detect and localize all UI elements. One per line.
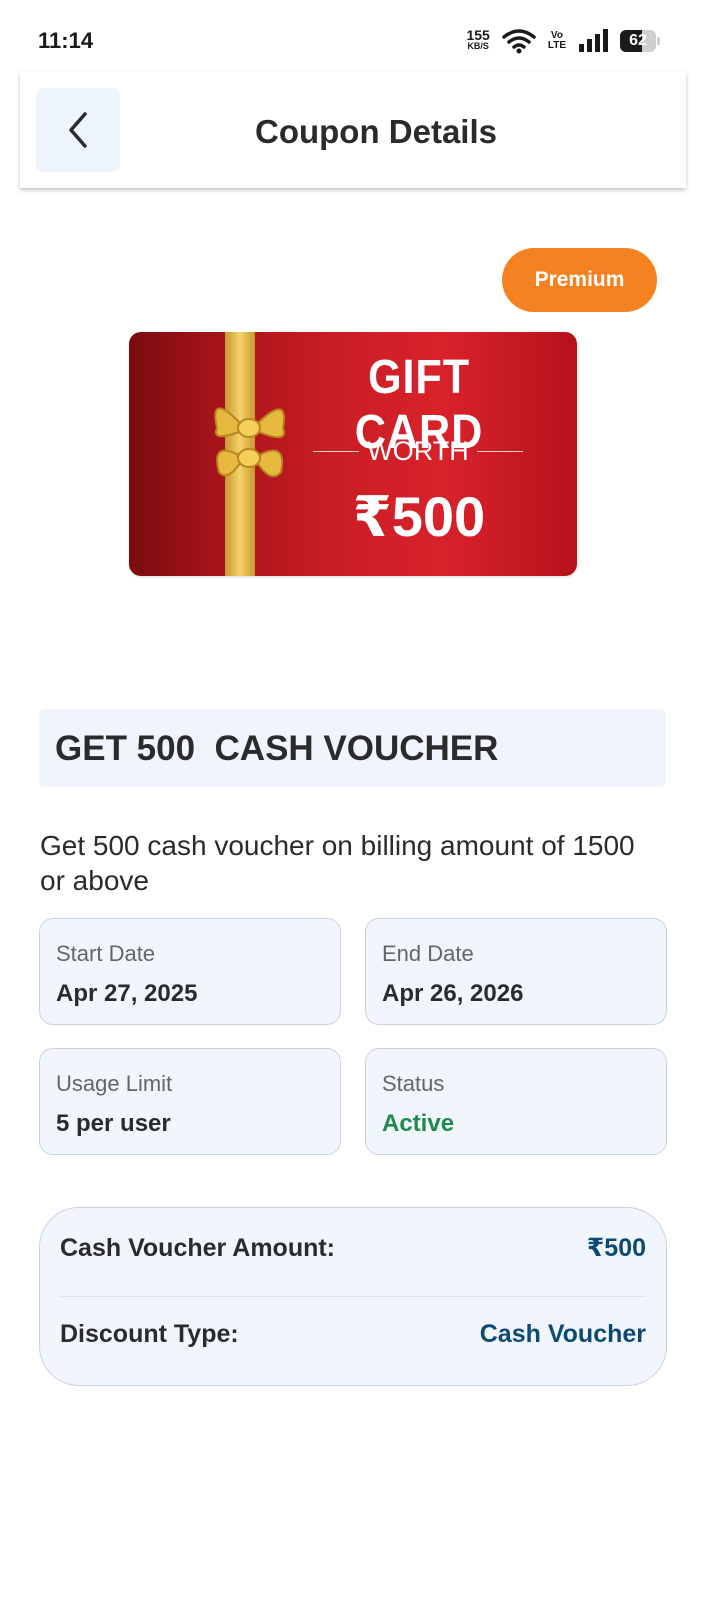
usage-limit-value: 5 per user [56, 1110, 171, 1137]
end-date-card: End Date Apr 26, 2026 [365, 918, 667, 1025]
voucher-amount-label: Cash Voucher Amount: [60, 1233, 336, 1262]
premium-badge: Premium [502, 248, 657, 312]
discount-type-label: Discount Type: [60, 1319, 239, 1348]
battery-level: 62 [629, 32, 647, 49]
status-value: Active [382, 1110, 455, 1137]
network-speed: 155 KB/S [466, 27, 490, 52]
gift-card-worth: WORTH [367, 436, 469, 466]
chevron-left-icon [69, 112, 87, 148]
discount-type-row: Discount Type: Cash Voucher [60, 1314, 646, 1354]
wifi-icon [502, 29, 536, 54]
page-title: Coupon Details [254, 113, 497, 150]
status-label: Status [382, 1071, 445, 1096]
summary-divider [60, 1296, 646, 1297]
status-time: 11:14 [38, 28, 94, 53]
signal-icon [579, 29, 608, 52]
status-icons: 155 KB/S Vo LTE 62 [466, 26, 660, 56]
usage-limit-label: Usage Limit [56, 1071, 173, 1096]
bow-icon [214, 407, 285, 478]
status-bar: 11:14 155 KB/S Vo LTE 62 [0, 0, 720, 72]
coupon-title-box: GET 500 CASH VOUCHER [39, 709, 666, 787]
start-date-label: Start Date [56, 941, 156, 966]
network-speed-unit: KB/S [467, 41, 489, 51]
battery-icon: 62 [620, 30, 660, 52]
start-date-card: Start Date Apr 27, 2025 [39, 918, 341, 1025]
voucher-amount-value: ₹500 [586, 1234, 646, 1262]
volte-icon: Vo LTE [548, 31, 566, 51]
app-header: Coupon Details [20, 72, 686, 188]
gift-card-image: GIFT CARD WORTH ₹500 [129, 332, 577, 576]
voucher-summary-card: Cash Voucher Amount: ₹500 Discount Type:… [39, 1207, 667, 1386]
voucher-amount-row: Cash Voucher Amount: ₹500 [60, 1228, 646, 1268]
coupon-title: GET 500 CASH VOUCHER [55, 729, 499, 768]
back-button[interactable] [36, 88, 120, 172]
gift-card-worth-row: WORTH [313, 436, 523, 467]
usage-limit-card: Usage Limit 5 per user [39, 1048, 341, 1155]
status-card: Status Active [365, 1048, 667, 1155]
end-date-label: End Date [382, 941, 474, 966]
start-date-value: Apr 27, 2025 [56, 980, 198, 1007]
end-date-value: Apr 26, 2026 [382, 980, 524, 1007]
gift-card-amount: ₹500 [352, 485, 486, 548]
network-speed-value: 155 [466, 27, 490, 43]
discount-type-value: Cash Voucher [479, 1319, 646, 1348]
coupon-description: Get 500 cash voucher on billing amount o… [40, 830, 635, 896]
volte-bottom: LTE [547, 40, 566, 51]
